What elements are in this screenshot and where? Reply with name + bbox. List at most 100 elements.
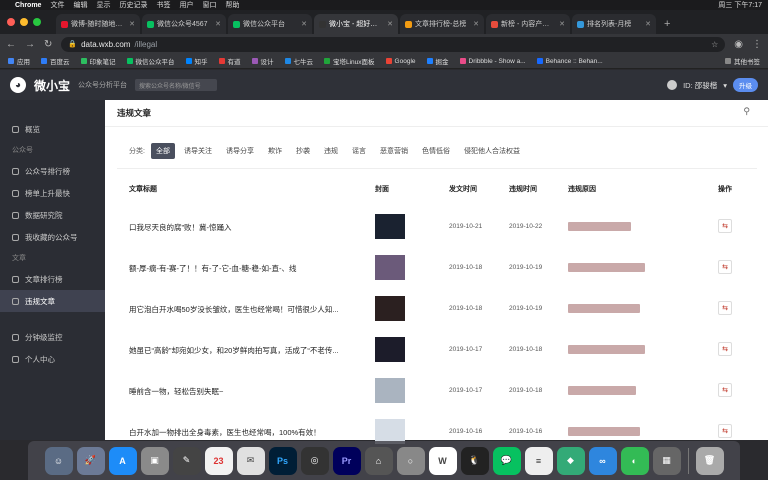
sidebar-item-account-rank[interactable]: 公众号排行榜 — [0, 160, 105, 182]
sidebar-item-rising[interactable]: 榜单上升最快 — [0, 182, 105, 204]
bookmark-item[interactable]: 宝塔Linux面板 — [324, 56, 375, 66]
close-tab-icon[interactable]: ✕ — [301, 20, 307, 28]
menu-dots-icon[interactable]: ⋮ — [752, 39, 762, 50]
menu-view[interactable]: 显示 — [96, 0, 110, 10]
table-row[interactable]: 额-厚-瘸-有-赛-了！！有-了-它-血-糖-稳-如-直-、线 2019-10-1… — [105, 251, 768, 287]
user-id[interactable]: ID: 邵骏楷 — [683, 80, 717, 91]
back-icon[interactable]: ← — [6, 39, 16, 50]
apple-tv-icon[interactable]: ◎ — [300, 446, 329, 475]
bookmark-item[interactable]: 百度云 — [41, 56, 70, 66]
account-search-input[interactable]: 搜索公众号名称/微信号 — [135, 79, 218, 91]
close-tab-icon[interactable]: ✕ — [129, 20, 135, 28]
bookmark-item[interactable]: 微信公众平台 — [126, 56, 175, 66]
menu-help[interactable]: 帮助 — [225, 0, 239, 10]
browser-tab[interactable]: 排名列表-月榜 ✕ — [572, 14, 656, 34]
browser-tab[interactable]: 微信公众号4567 ✕ — [142, 14, 226, 34]
filter-chip[interactable]: 恶意营销 — [375, 143, 413, 159]
share-icon[interactable]: ⇆ — [718, 383, 732, 397]
bookmark-star-icon[interactable]: ☆ — [711, 40, 718, 49]
forward-icon[interactable]: → — [25, 39, 35, 50]
sidebar-item-research[interactable]: 数据研究院 — [0, 204, 105, 226]
menu-file[interactable]: 文件 — [50, 0, 64, 10]
minimize-window-button[interactable] — [20, 18, 28, 26]
mail-icon[interactable]: ✉ — [236, 446, 265, 475]
close-window-button[interactable] — [7, 18, 15, 26]
bookmark-item[interactable]: 有道 — [218, 56, 241, 66]
photoshop-icon[interactable]: Ps — [268, 446, 297, 475]
close-tab-icon[interactable]: ✕ — [645, 20, 651, 28]
browser-tab[interactable]: 文章排行榜-总榜 ✕ — [400, 14, 484, 34]
new-tab-button[interactable]: + — [658, 18, 676, 34]
app-logo-text[interactable]: 微小宝 — [34, 77, 70, 94]
close-tab-icon[interactable]: ✕ — [387, 20, 393, 28]
baidu-netdisk-icon[interactable]: ∞ — [588, 446, 617, 475]
article-cover-image[interactable] — [375, 296, 405, 321]
wechat-icon[interactable]: 💬 — [492, 446, 521, 475]
reload-icon[interactable]: ↻ — [44, 39, 52, 50]
keynote-icon[interactable]: ⌂ — [364, 446, 393, 475]
premiere-icon[interactable]: Pr — [332, 446, 361, 475]
wxb-logo-icon[interactable]: ◕ — [10, 77, 26, 93]
menu-edit[interactable]: 编辑 — [73, 0, 87, 10]
table-row[interactable]: 睡前含一物，轻松告别失眠~ 2019-10-17 2019-10-18 ⇆ — [105, 374, 768, 410]
chevron-down-icon[interactable]: ▾ — [723, 81, 727, 90]
article-cover-image[interactable] — [375, 214, 405, 239]
article-title[interactable]: 用它泡白开水喝50岁没长皱纹，医生也经常喝！可惜很少人知... — [129, 304, 374, 315]
menu-bookmarks[interactable]: 书签 — [156, 0, 170, 10]
close-tab-icon[interactable]: ✕ — [215, 20, 221, 28]
article-cover-image[interactable] — [375, 337, 405, 362]
bookmark-item[interactable]: 印象笔记 — [80, 56, 116, 66]
table-row[interactable]: 口我尽天良的腐”败！冀-惊踊入 2019-10-21 2019-10-22 ⇆ — [105, 210, 768, 246]
sidebar-item-profile[interactable]: 个人中心 — [0, 348, 105, 370]
filter-chip[interactable]: 侵犯他人合法权益 — [459, 143, 525, 159]
bookmark-item[interactable]: 掘金 — [426, 56, 449, 66]
bookmark-item[interactable]: Dribbble - Show a... — [459, 58, 526, 65]
text-edit-icon[interactable]: ≡ — [524, 446, 553, 475]
sidebar-item-overview[interactable]: 概览 — [0, 118, 105, 140]
share-icon[interactable]: ⇆ — [718, 260, 732, 274]
browser-tab[interactable]: 新榜 - 内容产业服务✕ — [486, 14, 570, 34]
sketch-icon[interactable]: ◆ — [556, 446, 585, 475]
share-icon[interactable]: ⇆ — [718, 424, 732, 438]
account-icon[interactable]: ◉ — [734, 39, 743, 50]
calendar-icon[interactable]: 23 — [204, 446, 233, 475]
keychain-icon[interactable]: ✎ — [172, 446, 201, 475]
filter-chip[interactable]: 违规 — [319, 143, 343, 159]
article-cover-image[interactable] — [375, 255, 405, 280]
bookmark-item[interactable]: 七牛云 — [284, 56, 313, 66]
search-icon[interactable]: ⚲ — [743, 106, 750, 117]
share-icon[interactable]: ⇆ — [718, 342, 732, 356]
filter-chip[interactable]: 抄袭 — [291, 143, 315, 159]
filter-chip[interactable]: 诱导关注 — [179, 143, 217, 159]
sidebar-item-monitor[interactable]: 分钟级监控 — [0, 326, 105, 348]
qq-icon[interactable]: 🐧 — [460, 446, 489, 475]
article-title[interactable]: 睡前含一物，轻松告别失眠~ — [129, 386, 374, 397]
bookmark-item[interactable]: 知乎 — [185, 56, 208, 66]
bookmark-item[interactable]: Google — [385, 58, 416, 65]
article-title[interactable]: 额-厚-瘸-有-赛-了！！有-了-它-血-糖-稳-如-直-、线 — [129, 263, 374, 274]
finder-icon[interactable]: ☺ — [44, 446, 73, 475]
table-row[interactable]: 她虽已“高龄”却宛如少女，和20岁鲜肉拍写真，活成了“不老传... 2019-10… — [105, 333, 768, 369]
activity-icon[interactable]: ▦ — [652, 446, 681, 475]
menu-window[interactable]: 窗口 — [202, 0, 216, 10]
filter-chip[interactable]: 色情低俗 — [417, 143, 455, 159]
app-store-icon[interactable]: A — [108, 446, 137, 475]
bookmark-item[interactable]: Behance :: Behan... — [536, 58, 603, 65]
preview-icon[interactable]: ▣ — [140, 446, 169, 475]
filter-chip-all[interactable]: 全部 — [150, 143, 175, 159]
menubar-clock[interactable]: 周三 下午7:17 — [718, 0, 762, 10]
wps-icon[interactable]: W — [428, 446, 457, 475]
close-tab-icon[interactable]: ✕ — [559, 20, 565, 28]
sidebar-item-favorites[interactable]: 我收藏的公众号 — [0, 226, 105, 248]
launchpad-icon[interactable]: 🚀 — [76, 446, 105, 475]
menu-people[interactable]: 用户 — [179, 0, 193, 10]
table-row[interactable]: 用它泡白开水喝50岁没长皱纹，医生也经常喝！可惜很少人知... 2019-10-1… — [105, 292, 768, 328]
zoom-window-button[interactable] — [33, 18, 41, 26]
user-avatar[interactable] — [667, 80, 678, 90]
itunes-icon[interactable]: ○ — [396, 446, 425, 475]
sidebar-item-illegal-article[interactable]: 违规文章 — [0, 290, 105, 312]
article-title[interactable]: 口我尽天良的腐”败！冀-惊踊入 — [129, 222, 374, 233]
trash-icon[interactable]: 🗑 — [695, 446, 724, 475]
close-tab-icon[interactable]: ✕ — [473, 20, 479, 28]
bookmark-item[interactable]: 设计 — [251, 56, 274, 66]
